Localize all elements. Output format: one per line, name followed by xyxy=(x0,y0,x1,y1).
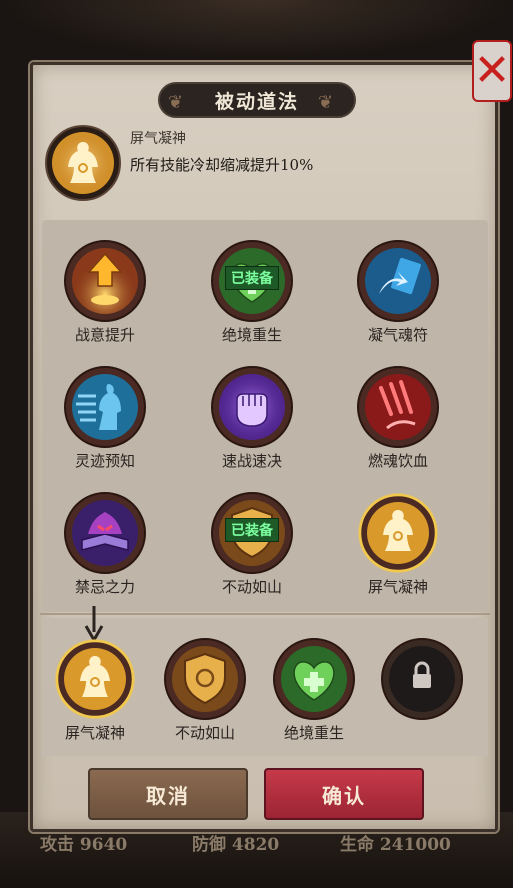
skill-label: 速战速决 xyxy=(221,452,282,470)
skill-label: 灵迹预知 xyxy=(74,452,135,470)
selected-skill-description: 所有技能冷却缩减提升10% xyxy=(130,156,314,174)
skill-label: 战意提升 xyxy=(74,326,135,344)
dialog-title-banner: ❦ 被动道法 ❦ xyxy=(158,82,356,118)
equipped-slot[interactable]: 屏气凝神 xyxy=(45,638,145,743)
cloud-swirl-icon: ❦ xyxy=(318,92,334,113)
equipped-badge: 已装备 xyxy=(225,266,279,290)
blood-claw-icon xyxy=(357,366,439,448)
skill-label: 凝气魂符 xyxy=(367,326,428,344)
rising-arrow-icon xyxy=(64,240,146,322)
skill-item[interactable]: 凝气魂符 xyxy=(348,240,448,345)
skill-item[interactable]: 战意提升 xyxy=(55,240,155,345)
skill-item[interactable]: 速战速决 xyxy=(202,366,302,471)
equipped-slot-locked[interactable]: Lv.999 xyxy=(372,638,472,720)
skill-item[interactable]: 禁忌之力 xyxy=(55,492,155,597)
forbidden-book-icon xyxy=(64,492,146,574)
cancel-button[interactable]: 取消 xyxy=(88,768,248,820)
skill-item[interactable]: 燃魂饮血 xyxy=(348,366,448,471)
skill-label: 燃魂饮血 xyxy=(367,452,428,470)
dialog-title: 被动道法 xyxy=(214,90,299,113)
attack-stat: 攻击 9640 xyxy=(40,835,128,855)
dash-figure-icon xyxy=(64,366,146,448)
meditation-figure-icon xyxy=(54,638,136,720)
shield-icon: 已装备 xyxy=(211,492,293,574)
equipped-badge: 已装备 xyxy=(225,518,279,542)
background-top xyxy=(0,0,513,60)
stats-bar: 攻击 9640 防御 4820 生命 241000 xyxy=(0,830,513,856)
skill-item[interactable]: 已装备 绝境重生 xyxy=(202,240,302,345)
skill-label: 禁忌之力 xyxy=(74,578,135,596)
skill-item[interactable]: 灵迹预知 xyxy=(55,366,155,471)
lock-icon xyxy=(381,638,463,720)
skill-label: 绝境重生 xyxy=(221,326,282,344)
heart-revive-icon xyxy=(273,638,355,720)
section-divider xyxy=(40,613,490,615)
skill-item[interactable]: 屏气凝神 xyxy=(348,492,448,597)
meditation-figure-icon xyxy=(357,492,439,574)
slot-label: 绝境重生 xyxy=(283,724,344,742)
equipped-slot[interactable]: 不动如山 xyxy=(155,638,255,743)
shield-icon xyxy=(164,638,246,720)
hp-stat: 生命 241000 xyxy=(340,835,451,855)
confirm-button[interactable]: 确认 xyxy=(264,768,424,820)
slot-label: 屏气凝神 xyxy=(64,724,125,742)
skill-item[interactable]: 已装备 不动如山 xyxy=(202,492,302,597)
cloud-swirl-icon: ❦ xyxy=(168,92,184,113)
defense-stat: 防御 4820 xyxy=(192,835,280,855)
equipped-slot[interactable]: 绝境重生 xyxy=(264,638,364,743)
selected-skill-name: 屏气凝神 xyxy=(130,131,186,147)
fist-icon xyxy=(211,366,293,448)
arrow-down-icon xyxy=(84,606,104,642)
close-x-icon: ✕ xyxy=(473,45,511,96)
slot-label: 不动如山 xyxy=(174,724,235,742)
heart-revive-icon: 已装备 xyxy=(211,240,293,322)
close-button[interactable]: ✕ xyxy=(472,40,512,102)
talisman-card-icon xyxy=(357,240,439,322)
selected-skill-icon xyxy=(44,124,122,202)
skill-label: 不动如山 xyxy=(221,578,282,596)
skill-label: 屏气凝神 xyxy=(367,578,428,596)
